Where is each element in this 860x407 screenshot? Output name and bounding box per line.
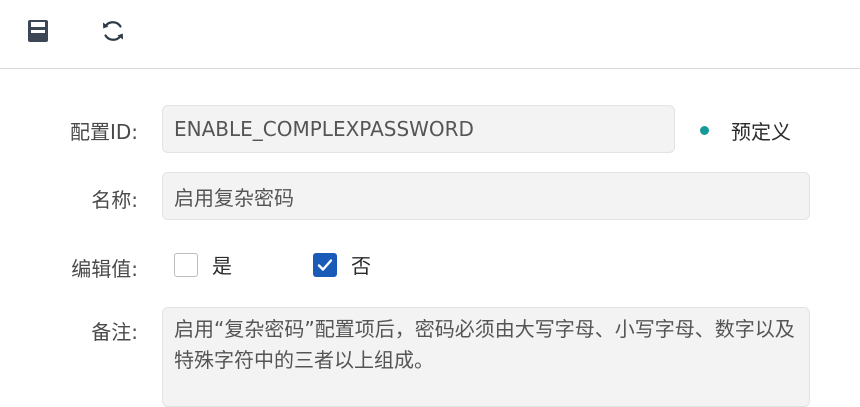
remark-value: 启用“复杂密码”配置项后，密码必须由大写字母、小写字母、数字以及特殊字符中的三者… — [174, 317, 795, 372]
config-id-value: ENABLE_COMPLEXPASSWORD — [174, 117, 474, 141]
name-label: 名称: — [91, 188, 138, 212]
config-id-field[interactable]: ENABLE_COMPLEXPASSWORD — [162, 105, 675, 153]
status-dot-icon — [700, 126, 709, 135]
checkbox-yes-label: 是 — [212, 254, 232, 278]
remark-label: 备注: — [91, 320, 138, 344]
config-form: 配置ID: ENABLE_COMPLEXPASSWORD 预定义 名称: 启用复… — [0, 70, 860, 407]
checkmark-icon — [317, 258, 333, 271]
toolbar — [0, 0, 860, 69]
save-icon — [28, 20, 48, 42]
refresh-icon — [103, 21, 123, 41]
checkbox-no[interactable]: 否 — [313, 250, 371, 279]
checkbox-no-label: 否 — [351, 254, 371, 278]
config-id-label: 配置ID: — [69, 120, 138, 144]
checkbox-no-box[interactable] — [313, 252, 337, 277]
checkbox-yes[interactable]: 是 — [174, 250, 232, 279]
remark-textarea[interactable]: 启用“复杂密码”配置项后，密码必须由大写字母、小写字母、数字以及特殊字符中的三者… — [162, 307, 810, 407]
save-button[interactable] — [20, 13, 56, 49]
predefined-badge: 预定义 — [700, 116, 791, 145]
edit-value-label: 编辑值: — [71, 257, 138, 281]
checkbox-yes-box[interactable] — [174, 252, 198, 277]
name-value: 启用复杂密码 — [174, 185, 294, 210]
predefined-label: 预定义 — [731, 120, 791, 144]
refresh-button[interactable] — [95, 13, 131, 49]
name-field[interactable]: 启用复杂密码 — [162, 172, 810, 220]
